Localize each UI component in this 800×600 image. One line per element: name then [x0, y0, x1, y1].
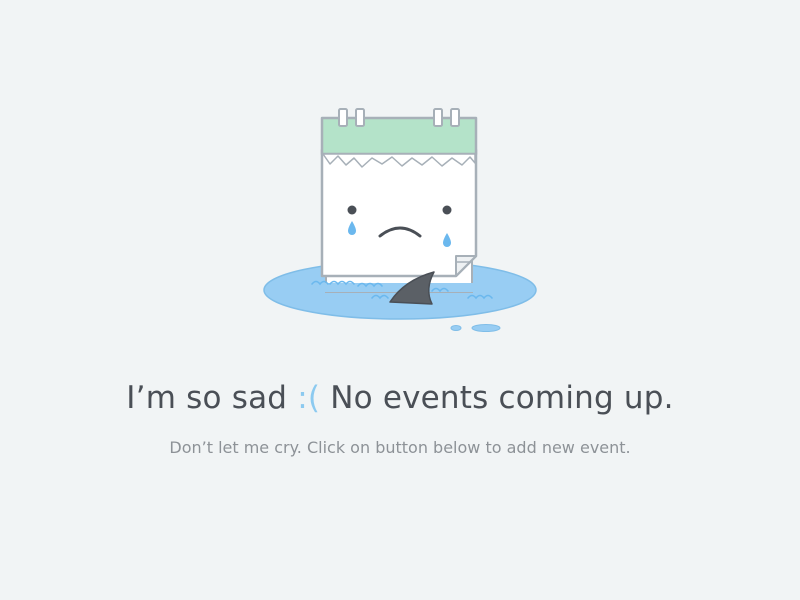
sad-calendar-icon: [320, 108, 478, 293]
title-text-end: No events coming up.: [320, 380, 674, 416]
binder-ring-right-2: [450, 108, 460, 127]
binder-ring-left-2: [355, 108, 365, 127]
binder-ring-left-1: [338, 108, 348, 127]
empty-state-screen: I’m so sad :( No events coming up. Don’t…: [0, 0, 800, 600]
empty-state-subtext: Don’t let me cry. Click on button below …: [169, 438, 631, 457]
water-drop-small: [450, 325, 462, 331]
water-drop-large: [471, 324, 501, 332]
sad-calendar-illustration: [263, 108, 537, 332]
right-eye: [442, 205, 452, 215]
empty-state-title: I’m so sad :( No events coming up.: [0, 376, 800, 420]
left-eye: [347, 205, 357, 215]
title-text-start: I’m so sad: [126, 380, 298, 416]
sad-emoticon: :(: [297, 380, 321, 416]
binder-ring-right-1: [433, 108, 443, 127]
